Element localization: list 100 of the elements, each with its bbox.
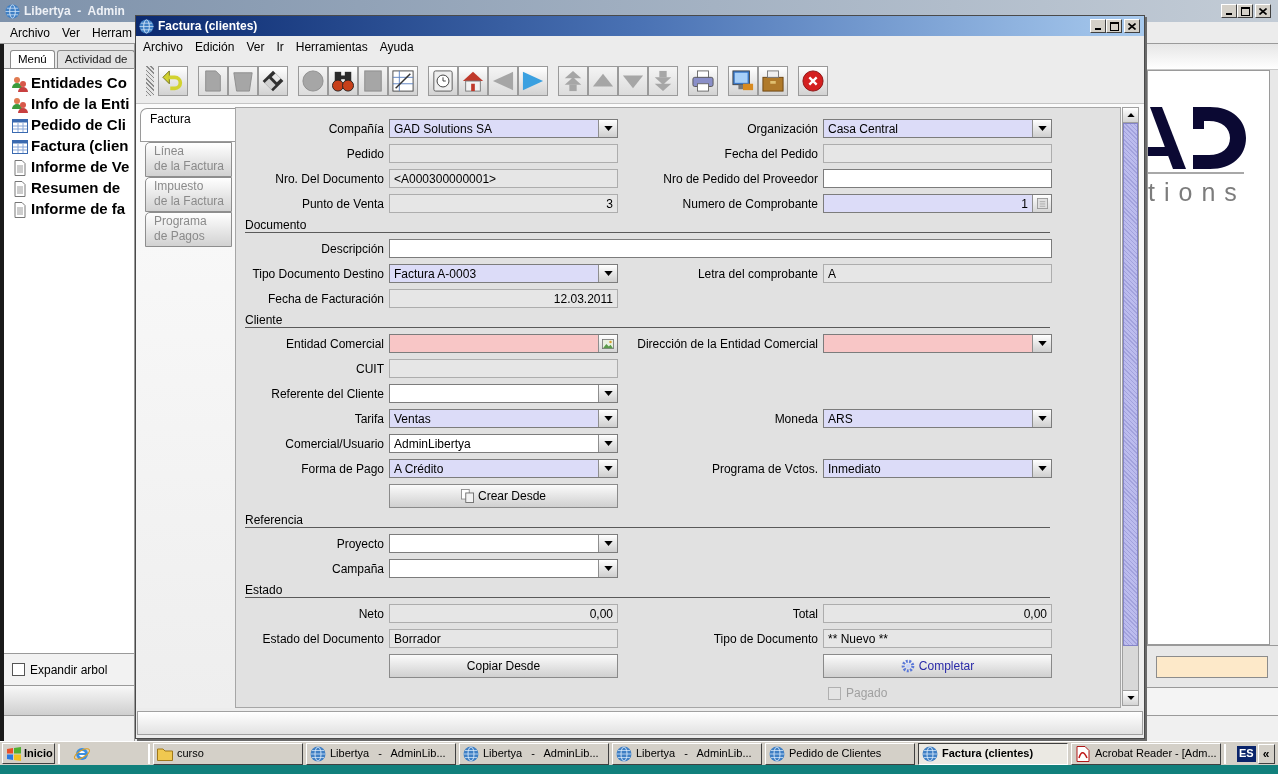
toolbar-button[interactable] [328, 65, 358, 96]
dropdown[interactable] [389, 534, 618, 553]
search-field[interactable] [389, 334, 618, 353]
dropdown[interactable]: Inmediato [823, 459, 1052, 478]
scroll-down-button[interactable] [1123, 690, 1138, 705]
toolbar-grip[interactable] [146, 65, 154, 96]
tab[interactable]: Menú [10, 50, 55, 68]
field-button[interactable] [1032, 195, 1051, 212]
start-button[interactable]: Inicio [2, 743, 55, 764]
input-field[interactable] [1156, 655, 1268, 678]
minimize-button[interactable] [1090, 19, 1106, 33]
number-field[interactable]: 0,00 [823, 604, 1052, 623]
close-button[interactable] [1255, 4, 1271, 18]
create-from-button[interactable]: Crear Desde [389, 484, 618, 508]
square-icon [362, 69, 384, 92]
tree-item[interactable]: Pedido de Cli [31, 114, 126, 137]
dropdown[interactable]: A Crédito [389, 459, 618, 478]
scroll-up-button[interactable] [1123, 108, 1138, 123]
caret-icon[interactable] [598, 120, 617, 137]
taskbar-button[interactable]: Libertya - AdminLib... [306, 742, 456, 765]
dropdown[interactable]: Casa Central [823, 119, 1052, 138]
caret-icon[interactable] [598, 435, 617, 452]
field-label: Dirección de la Entidad Comercial [637, 335, 818, 353]
close-button[interactable] [1124, 19, 1140, 33]
menu-item[interactable]: Archivo [137, 38, 189, 56]
caret-icon[interactable] [1032, 410, 1051, 427]
box-icon [762, 69, 784, 92]
tree-item[interactable]: Informe de fa [31, 198, 126, 221]
field-label: Descripción [321, 240, 384, 258]
caret-icon[interactable] [1032, 460, 1051, 477]
menu-item[interactable]: Ir [270, 38, 290, 56]
taskbar-button[interactable]: Libertya - AdminLib... [459, 742, 609, 765]
date-field[interactable]: 12.03.2011 [389, 289, 618, 308]
text-field[interactable] [389, 144, 618, 163]
dropdown[interactable]: Ventas [389, 409, 618, 428]
tree-item[interactable]: Entidades Co [31, 72, 127, 95]
toolbar-button[interactable] [258, 65, 288, 96]
text-field[interactable]: ** Nuevo ** [823, 629, 1052, 648]
dropdown[interactable]: Factura A-0003 [389, 264, 618, 283]
menu-item[interactable]: Ayuda [373, 38, 420, 56]
taskbar-button[interactable]: Pedido de Clientes [765, 742, 915, 765]
number-field[interactable]: 3 [389, 194, 618, 213]
field-label: Nro. Del Documento [275, 170, 384, 188]
field-label: Forma de Pago [301, 460, 384, 478]
text-field[interactable] [389, 239, 1052, 258]
text-field[interactable]: <A000300000001> [389, 169, 618, 188]
caret-icon[interactable] [1032, 335, 1051, 352]
text-field[interactable] [823, 144, 1052, 163]
tree-item[interactable]: Resumen de [31, 177, 121, 200]
menu-item[interactable]: Ver [56, 23, 87, 42]
trash-icon [232, 69, 254, 92]
taskbar-button[interactable]: Acrobat Reader - [Adm... [1071, 742, 1221, 765]
minimize-button[interactable] [1221, 4, 1237, 18]
toolbar-button[interactable] [798, 65, 828, 96]
tab[interactable]: Actividad de [56, 50, 136, 68]
language-indicator[interactable]: ES [1237, 745, 1256, 762]
caret-icon[interactable] [598, 560, 617, 577]
number-field[interactable]: 0,00 [389, 604, 618, 623]
process-button[interactable]: Completar [823, 654, 1052, 678]
tree-item[interactable]: Info de la Enti [31, 93, 130, 116]
text-field[interactable] [823, 169, 1052, 188]
dropdown[interactable]: AdminLibertya [389, 434, 618, 453]
people-icon [12, 96, 28, 113]
maximize-button[interactable] [1237, 4, 1253, 18]
taskbar-button[interactable]: Factura (clientes) [918, 742, 1068, 765]
dropdown[interactable]: ARS [823, 409, 1052, 428]
tab[interactable]: Factura [140, 108, 235, 142]
logo-tagline: tions [1148, 178, 1246, 206]
tree-item[interactable]: Informe de Ve [31, 156, 130, 179]
text-field[interactable]: A [823, 264, 1052, 283]
toolbar-button[interactable] [728, 65, 758, 96]
caret-icon[interactable] [1032, 120, 1051, 137]
menu-item[interactable]: Herramientas [289, 38, 374, 56]
tree-item[interactable]: Factura (clien [31, 135, 129, 158]
taskbar-button[interactable]: curso [153, 742, 303, 765]
expand-button[interactable]: « [1257, 743, 1275, 764]
scrollbar[interactable] [1122, 107, 1139, 706]
field-label: Total [792, 605, 818, 623]
menu-item[interactable]: Edición [189, 38, 241, 56]
menu-item[interactable]: Herram [86, 23, 139, 42]
caret-icon[interactable] [598, 385, 617, 402]
caret-icon[interactable] [598, 265, 617, 282]
lookup-button[interactable] [598, 335, 617, 352]
dropdown[interactable] [823, 334, 1052, 353]
text-field[interactable] [389, 359, 618, 378]
caret-icon[interactable] [598, 410, 617, 427]
dropdown[interactable]: GAD Solutions SA [389, 119, 618, 138]
number-field[interactable]: 1 [823, 194, 1052, 213]
copy-from-button[interactable]: Copiar Desde [389, 654, 618, 678]
checkbox[interactable] [12, 663, 25, 676]
dropdown[interactable] [389, 559, 618, 578]
caret-icon[interactable] [598, 460, 617, 477]
text-field[interactable]: Borrador [389, 629, 618, 648]
menu-item[interactable]: Archivo [4, 23, 56, 42]
maximize-button[interactable] [1106, 19, 1122, 33]
dropdown[interactable] [389, 384, 618, 403]
menu-item[interactable]: Ver [240, 38, 271, 56]
scrollbar-thumb[interactable] [1123, 123, 1138, 646]
taskbar-button[interactable]: Libertya - AdminLib... [612, 742, 762, 765]
caret-icon[interactable] [598, 535, 617, 552]
